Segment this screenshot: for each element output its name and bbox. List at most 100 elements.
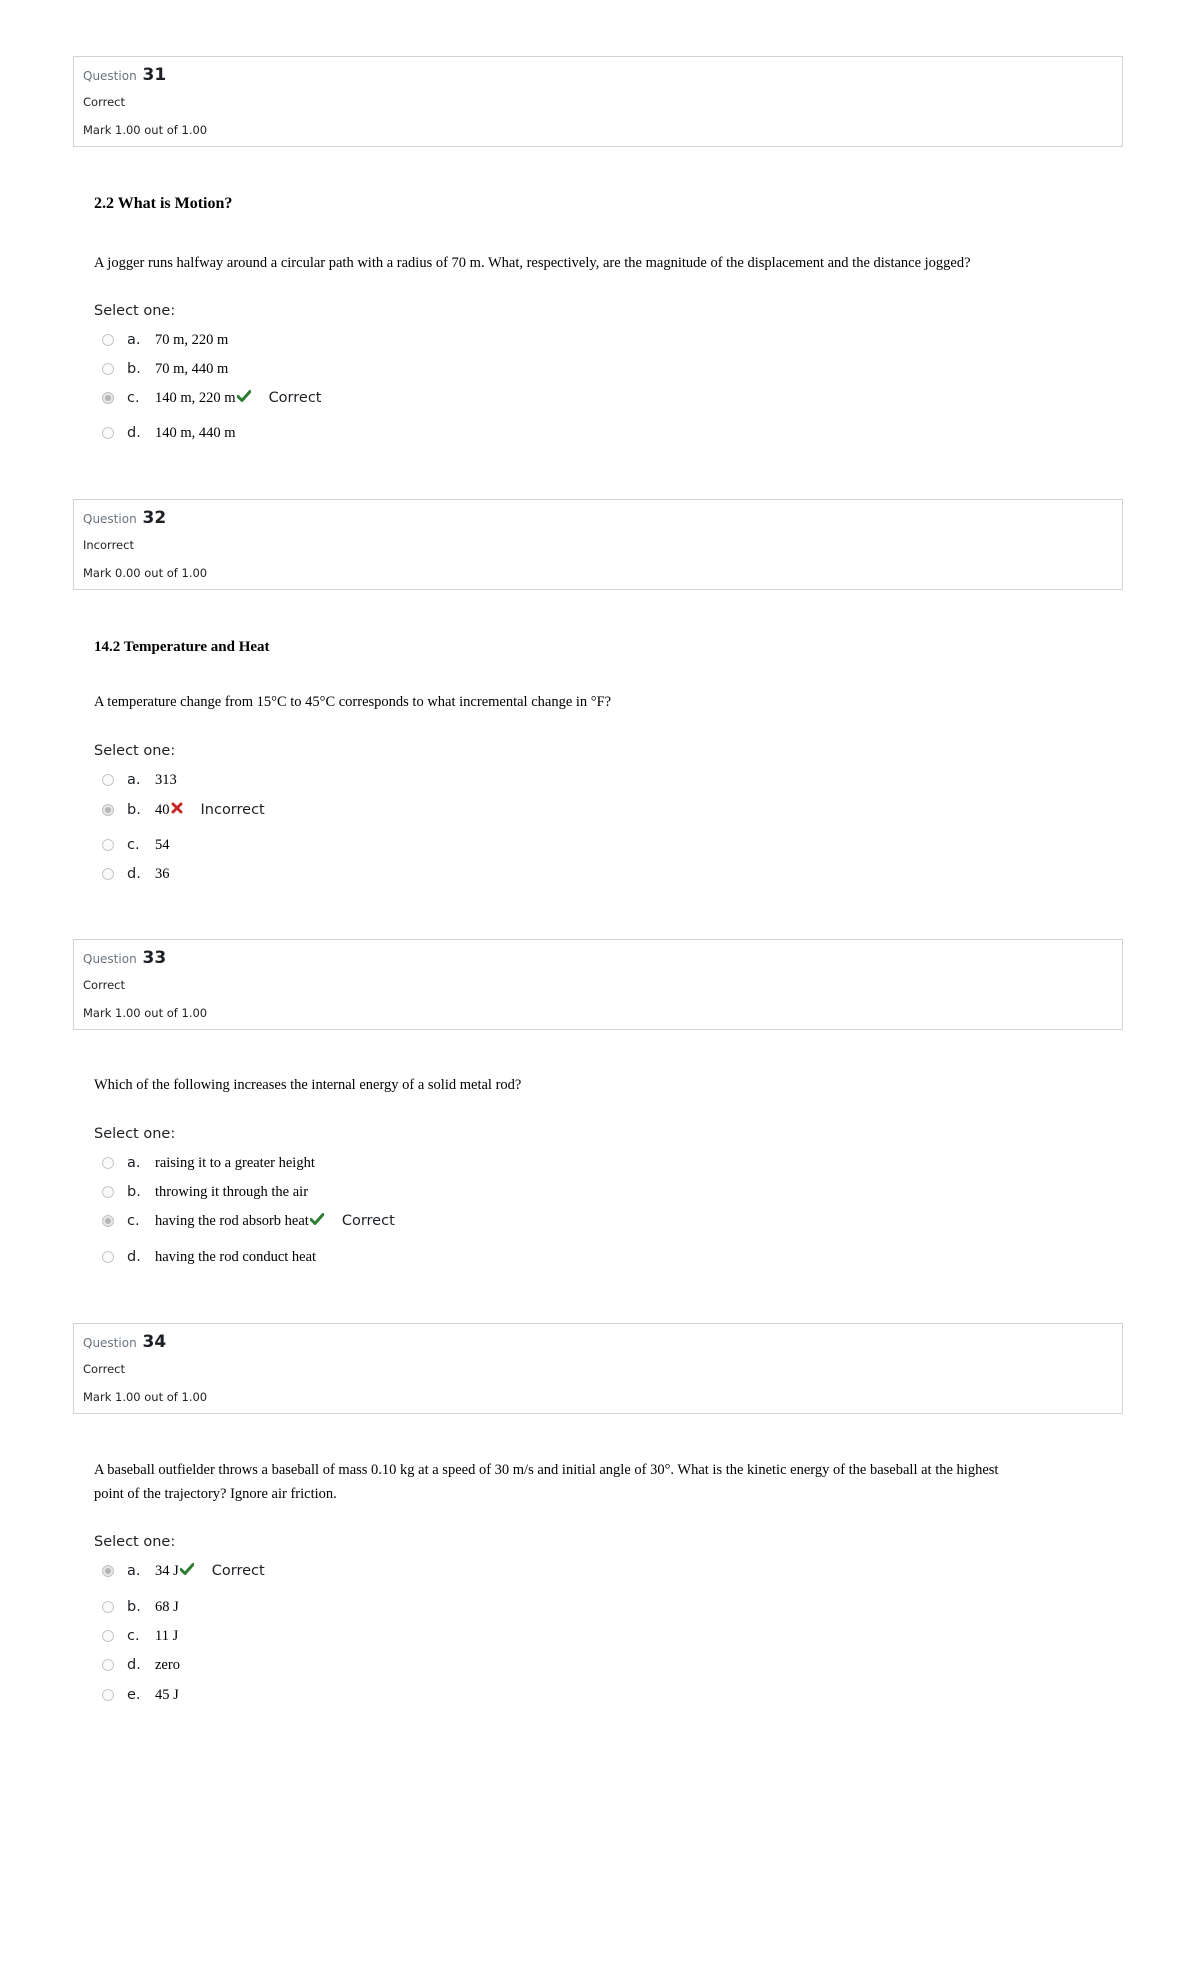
answer-letter: a.	[127, 1563, 141, 1579]
question-grade: Mark 1.00 out of 1.00	[83, 1006, 208, 1020]
question-grade: Mark 0.00 out of 1.00	[83, 566, 208, 580]
question-label: Question	[83, 952, 137, 966]
select-one-prompt: Select one:	[94, 743, 176, 759]
feedback-label: Correct	[341, 1213, 395, 1229]
section-heading: 2.2 What is Motion?	[94, 195, 233, 212]
question-state: Correct	[83, 1362, 125, 1376]
question-grade: Mark 1.00 out of 1.00	[83, 123, 208, 137]
answer-option-selected[interactable]: a. 34 J Correct	[102, 1560, 265, 1582]
answer-letter: a.	[127, 1155, 141, 1171]
question-text-line-2: point of the trajectory? Ignore air fric…	[94, 1486, 337, 1502]
radio-button-checked[interactable]	[102, 1565, 114, 1577]
section-heading: 14.2 Temperature and Heat	[94, 639, 270, 655]
radio-button-checked[interactable]	[102, 1215, 114, 1227]
radio-button[interactable]	[102, 774, 114, 786]
answer-text: 70 m, 220 m	[155, 331, 229, 348]
question-number-line: Question 31	[83, 65, 166, 86]
radio-button[interactable]	[102, 1689, 114, 1701]
answer-option[interactable]: a. 313	[102, 769, 177, 791]
question-info-box: Question 31 Correct Mark 1.00 out of 1.0…	[73, 56, 1123, 147]
answer-option[interactable]: c. 54	[102, 834, 170, 856]
answer-letter: b.	[127, 1184, 141, 1200]
answer-option[interactable]: a. raising it to a greater height	[102, 1152, 315, 1174]
answer-option[interactable]: b. 68 J	[102, 1596, 179, 1618]
answer-option[interactable]: e. 45 J	[102, 1684, 179, 1706]
radio-button[interactable]	[102, 1157, 114, 1169]
answer-option[interactable]: d. having the rod conduct heat	[102, 1246, 316, 1268]
select-one-prompt: Select one:	[94, 1126, 176, 1142]
question-info-box: Question 32 Incorrect Mark 0.00 out of 1…	[73, 499, 1123, 590]
answer-option-selected[interactable]: c. 140 m, 220 m Correct	[102, 387, 322, 409]
answer-letter: c.	[127, 837, 140, 853]
answer-text: throwing it through the air	[155, 1183, 309, 1200]
answer-letter: d.	[127, 1657, 141, 1673]
answer-text: 34 J	[155, 1562, 179, 1579]
answer-text: having the rod conduct heat	[155, 1248, 317, 1265]
radio-button[interactable]	[102, 1186, 114, 1198]
answer-text: 45 J	[155, 1686, 179, 1703]
question-text-line-1: A baseball outfielder throws a baseball …	[94, 1462, 999, 1478]
question-state: Correct	[83, 978, 125, 992]
question-number: 32	[142, 508, 167, 528]
answer-letter: c.	[127, 390, 140, 406]
question-number-line: Question 32	[83, 508, 166, 529]
question-info-box: Question 33 Correct Mark 1.00 out of 1.0…	[73, 939, 1123, 1030]
question-number: 34	[142, 1332, 167, 1352]
answer-text: 36	[155, 865, 170, 882]
radio-button[interactable]	[102, 868, 114, 880]
question-label: Question	[83, 512, 137, 526]
question-info-box: Question 34 Correct Mark 1.00 out of 1.0…	[73, 1323, 1123, 1414]
radio-button-checked[interactable]	[102, 804, 114, 816]
question-label: Question	[83, 1336, 137, 1350]
answer-letter: a.	[127, 332, 141, 348]
answer-option[interactable]: d. 36	[102, 863, 170, 885]
question-text: A temperature change from 15°C to 45°C c…	[94, 694, 612, 710]
radio-button[interactable]	[102, 334, 114, 346]
answer-letter: b.	[127, 802, 141, 818]
answer-letter: d.	[127, 1249, 141, 1265]
feedback-label: Correct	[211, 1563, 265, 1579]
radio-button[interactable]	[102, 1251, 114, 1263]
check-icon	[179, 1560, 195, 1575]
question-number-line: Question 34	[83, 1332, 166, 1353]
question-state: Incorrect	[83, 538, 134, 552]
answer-option-selected[interactable]: b. 40 Incorrect	[102, 799, 265, 821]
select-one-prompt: Select one:	[94, 1534, 176, 1550]
cross-icon	[171, 799, 183, 814]
question-grade: Mark 1.00 out of 1.00	[83, 1390, 208, 1404]
answer-text: 11 J	[155, 1627, 179, 1644]
radio-button[interactable]	[102, 363, 114, 375]
answer-option[interactable]: d. 140 m, 440 m	[102, 422, 236, 444]
question-label: Question	[83, 69, 137, 83]
question-number: 33	[142, 948, 167, 968]
question-text: Which of the following increases the int…	[94, 1077, 522, 1093]
answer-text: 70 m, 440 m	[155, 360, 229, 377]
radio-button[interactable]	[102, 1601, 114, 1613]
answer-option[interactable]: c. 11 J	[102, 1625, 178, 1647]
answer-letter: b.	[127, 361, 141, 377]
answer-option[interactable]: b. throwing it through the air	[102, 1181, 308, 1203]
radio-button-checked[interactable]	[102, 392, 114, 404]
radio-button[interactable]	[102, 1659, 114, 1671]
answer-letter: d.	[127, 425, 141, 441]
radio-button[interactable]	[102, 1630, 114, 1642]
radio-button[interactable]	[102, 427, 114, 439]
select-one-prompt: Select one:	[94, 303, 176, 319]
answer-text: 54	[155, 836, 170, 853]
feedback-label: Incorrect	[200, 802, 265, 818]
answer-letter: c.	[127, 1213, 140, 1229]
answer-option[interactable]: b. 70 m, 440 m	[102, 358, 228, 380]
check-icon	[309, 1210, 325, 1225]
radio-button[interactable]	[102, 839, 114, 851]
answer-text: zero	[155, 1656, 180, 1673]
question-number-line: Question 33	[83, 948, 166, 969]
answer-text: raising it to a greater height	[155, 1154, 315, 1171]
answer-text: 313	[155, 771, 177, 788]
answer-option[interactable]: d. zero	[102, 1654, 180, 1676]
answer-text: having the rod absorb heat	[155, 1212, 309, 1229]
answer-option[interactable]: a. 70 m, 220 m	[102, 329, 228, 351]
answer-option-selected[interactable]: c. having the rod absorb heat Correct	[102, 1210, 395, 1232]
answer-letter: b.	[127, 1599, 141, 1615]
question-state: Correct	[83, 95, 125, 109]
answer-letter: a.	[127, 772, 141, 788]
